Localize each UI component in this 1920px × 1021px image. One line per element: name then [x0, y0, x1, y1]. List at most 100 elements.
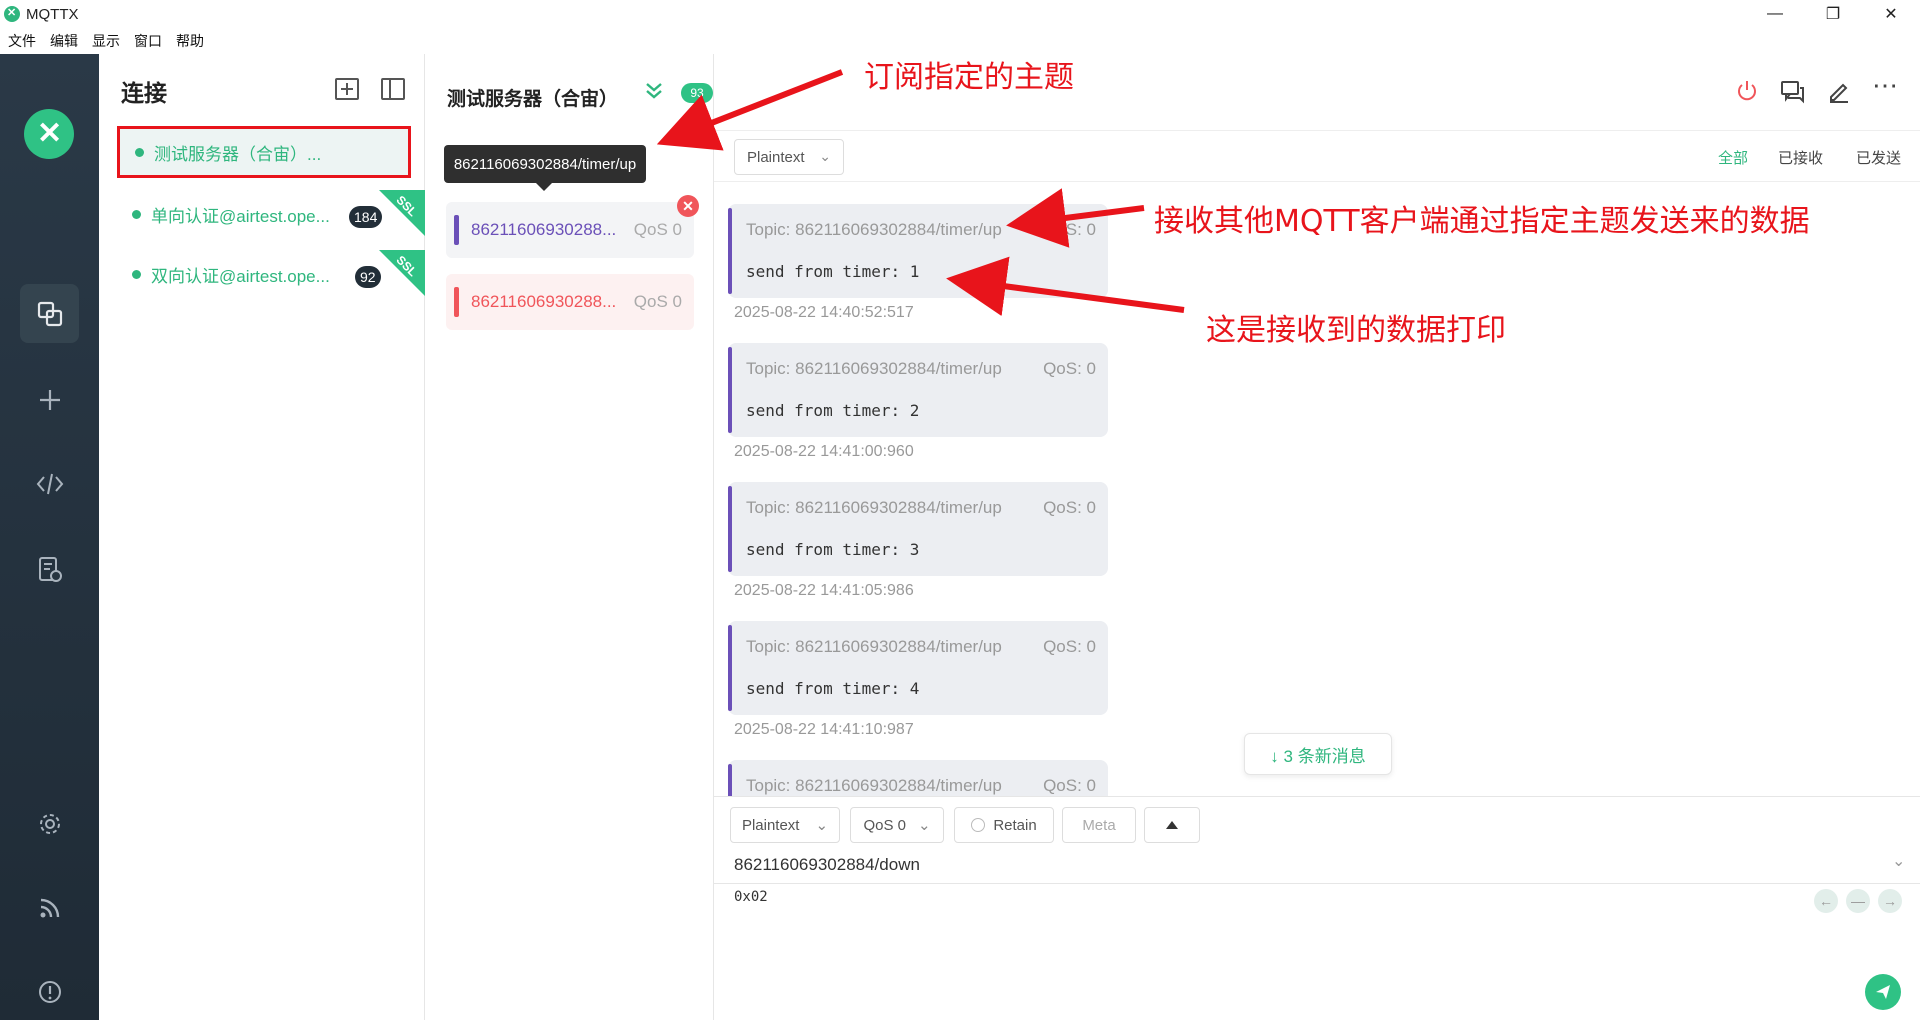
connection-name: 单向认证@airtest.ope...	[151, 206, 330, 226]
script-icon[interactable]	[20, 454, 79, 513]
annotation-receive: 接收其他MQTT客户端通过指定主题发送来的数据	[1154, 204, 1810, 239]
payload-format-select[interactable]: Plaintext ⌄	[734, 139, 844, 175]
menu-window[interactable]: 窗口	[126, 31, 168, 51]
menu-help[interactable]: 帮助	[168, 31, 210, 51]
message-topic: Topic: 862116069302884/timer/up	[746, 498, 1002, 517]
message-qos: QoS: 0	[1043, 220, 1096, 239]
qos-select[interactable]: QoS 0 ⌄	[850, 807, 944, 843]
subscriptions-panel: 测试服务器（合宙） 93 86211606930288... QoS 0 ✕ 8…	[425, 54, 714, 1020]
connections-title: 连接	[121, 80, 167, 106]
chevron-down-icon: ⌄	[815, 817, 829, 834]
menu-edit[interactable]: 编辑	[42, 31, 84, 51]
unsubscribe-icon[interactable]: ✕	[677, 195, 699, 217]
menu-bar: 文件 编辑 显示 窗口 帮助	[0, 28, 1920, 54]
message-qos: QoS: 0	[1043, 637, 1096, 656]
connected-dot-icon	[135, 147, 144, 157]
message-topic: Topic: 862116069302884/timer/up	[746, 220, 1002, 239]
message-payload: send from timer: 3	[746, 540, 920, 559]
message-count-badge: 93	[681, 83, 713, 103]
connection-item-test-server[interactable]: 测试服务器（合宙）...	[117, 126, 411, 178]
message-card: Topic: 862116069302884/timer/up QoS: 0 s…	[728, 621, 1108, 715]
menu-file[interactable]: 文件	[0, 31, 42, 51]
history-back-icon[interactable]: ←	[1814, 889, 1838, 913]
tab-received[interactable]: 已接收	[1778, 147, 1823, 168]
more-icon[interactable]: ⋯	[1872, 70, 1898, 101]
message-qos: QoS: 0	[1043, 359, 1096, 378]
topic-tooltip: 862116069302884/timer/up	[444, 145, 646, 191]
message-color-bar	[728, 347, 732, 433]
server-title: 测试服务器（合宙）	[447, 89, 619, 110]
message-color-bar	[728, 208, 732, 294]
title-bar: MQTTX — ❐ ✕	[0, 0, 1920, 28]
connected-dot-icon	[132, 269, 141, 279]
message-list: Topic: 862116069302884/timer/up QoS: 0 s…	[714, 182, 1920, 796]
add-connection-icon[interactable]	[335, 78, 359, 100]
send-icon[interactable]	[1865, 974, 1901, 1010]
window-title: MQTTX	[26, 5, 79, 23]
publish-composer: Plaintext ⌄ QoS 0 ⌄ Retain Meta 86211606…	[714, 796, 1920, 1020]
toggle-panel-icon[interactable]	[381, 78, 405, 100]
subscription-qos: QoS 0	[633, 292, 682, 311]
connections-panel: 连接 测试服务器（合宙）... 单向认证@airtest.ope... 184 …	[99, 54, 425, 1020]
chevron-down-icon[interactable]: ⌄	[1892, 851, 1905, 871]
menu-view[interactable]: 显示	[84, 31, 126, 51]
app-logo-icon	[4, 6, 20, 22]
about-icon[interactable]	[20, 962, 79, 1021]
edit-icon[interactable]	[1826, 78, 1852, 110]
radio-icon	[971, 818, 986, 832]
subscription-item[interactable]: 86211606930288... QoS 0	[446, 274, 694, 330]
message-card: Topic: 862116069302884/timer/up QoS: 0 s…	[728, 204, 1108, 298]
tab-all[interactable]: 全部	[1718, 147, 1748, 168]
publish-topic-input[interactable]: 862116069302884/down	[734, 855, 920, 875]
subscription-topic: 86211606930288...	[471, 292, 617, 311]
settings-icon[interactable]	[20, 794, 79, 853]
filter-bar: Plaintext ⌄ 全部 已接收 已发送	[714, 130, 1920, 182]
message-time: 2025-08-22 14:40:52:517	[734, 304, 914, 321]
subscription-color-bar	[454, 215, 459, 245]
message-card: Topic: 862116069302884/timer/up QoS: 0 s…	[728, 482, 1108, 576]
close-window-button[interactable]: ✕	[1862, 0, 1920, 28]
message-card: Topic: 862116069302884/timer/up QoS: 0 s…	[728, 343, 1108, 437]
publish-payload-editor[interactable]: 0x02	[734, 889, 768, 905]
message-color-bar	[728, 486, 732, 572]
unread-badge: 184	[349, 206, 383, 228]
message-payload: send from timer: 4	[746, 679, 920, 698]
message-topic: Topic: 862116069302884/timer/up	[746, 359, 1002, 378]
new-connection-icon[interactable]	[20, 370, 79, 429]
publish-format-select[interactable]: Plaintext ⌄	[730, 807, 840, 843]
publish-format-value: Plaintext	[741, 816, 800, 834]
subscription-topic: 86211606930288...	[471, 220, 617, 239]
subscription-item[interactable]: 86211606930288... QoS 0	[446, 202, 694, 258]
connected-dot-icon	[132, 209, 141, 219]
subscription-color-bar	[454, 287, 459, 317]
log-icon[interactable]	[20, 540, 79, 599]
feed-icon[interactable]	[20, 878, 79, 937]
disconnect-icon[interactable]	[1734, 78, 1760, 110]
history-forward-icon[interactable]: →	[1878, 889, 1902, 913]
chevron-down-icon: ⌄	[819, 148, 831, 164]
new-messages-button[interactable]: ↓ 3 条新消息	[1244, 733, 1392, 775]
message-topic: Topic: 862116069302884/timer/up	[746, 637, 1002, 656]
message-card: Topic: 862116069302884/timer/up QoS: 0	[728, 760, 1108, 796]
expand-icon[interactable]	[1144, 807, 1200, 843]
connection-name: 双向认证@airtest.ope...	[151, 266, 330, 286]
message-time: 2025-08-22 14:41:10:987	[734, 721, 914, 738]
retain-label: Retain	[993, 816, 1037, 834]
tab-sent[interactable]: 已发送	[1856, 147, 1901, 168]
minimize-button[interactable]: —	[1746, 0, 1804, 28]
history-clear-icon[interactable]: —	[1846, 889, 1870, 913]
message-time: 2025-08-22 14:41:05:986	[734, 582, 914, 599]
nav-sidebar: ✕	[0, 54, 99, 1020]
connection-name: 测试服务器（合宙）...	[154, 144, 322, 164]
restore-button[interactable]: ❐	[1804, 0, 1862, 28]
annotation-subscribe: 订阅指定的主题	[864, 60, 1074, 95]
connections-icon[interactable]	[20, 284, 79, 343]
chat-icon[interactable]	[1780, 78, 1806, 110]
retain-toggle[interactable]: Retain	[954, 807, 1054, 843]
subscription-qos: QoS 0	[633, 220, 682, 239]
meta-button[interactable]: Meta	[1062, 807, 1136, 843]
message-qos: QoS: 0	[1043, 498, 1096, 517]
chevron-down-icon: ⌄	[917, 817, 931, 834]
message-qos: QoS: 0	[1043, 776, 1096, 795]
collapse-chevron-icon[interactable]	[643, 80, 665, 108]
